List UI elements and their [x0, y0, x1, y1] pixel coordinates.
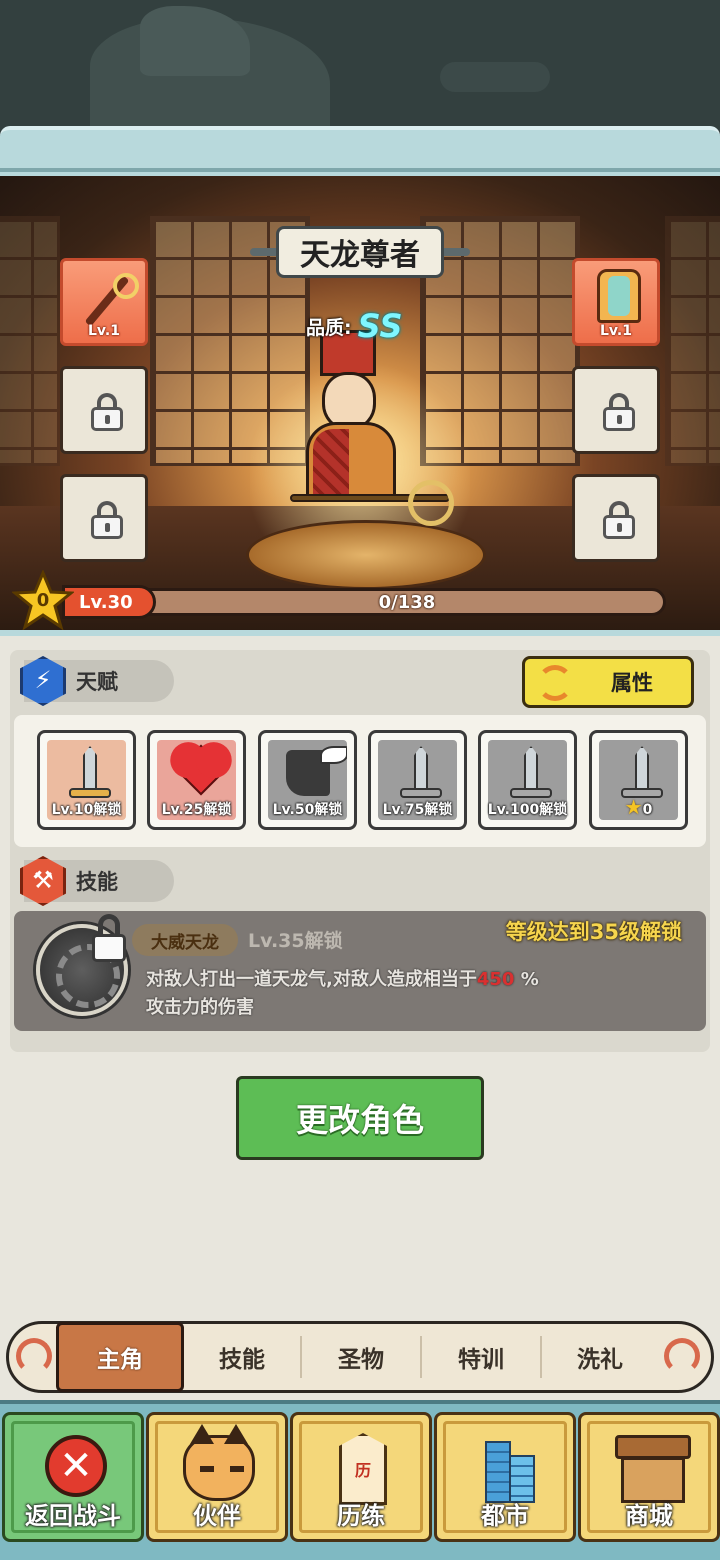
- exp-bar: 0/138: [148, 588, 666, 616]
- skill-description: 对敌人打出一道天龙气,对敌人造成相当于450 % 攻击力的伤害: [146, 969, 539, 1018]
- talent-item[interactable]: Lv.25解锁: [147, 730, 246, 830]
- hero-robe: [306, 422, 396, 502]
- swap-arrows-icon: [537, 665, 573, 701]
- heart-icon: [175, 744, 227, 796]
- talent-item[interactable]: Lv.10解锁: [37, 730, 136, 830]
- cloud-ornament-icon: [656, 1336, 706, 1376]
- lock-icon: [91, 501, 123, 539]
- talent-unlock-label: Lv.25解锁: [161, 802, 232, 818]
- nav-experience[interactable]: 历 历练: [290, 1412, 432, 1542]
- star-count: 0: [36, 590, 50, 611]
- axe-icon: ⚒: [20, 856, 66, 906]
- talent-item[interactable]: ★0: [589, 730, 688, 830]
- nav-city[interactable]: 都市: [434, 1412, 576, 1542]
- tab-baptism[interactable]: 洗礼: [542, 1324, 658, 1390]
- skill-unlock-level: Lv.35解锁: [248, 930, 343, 952]
- armor-slot[interactable]: Lv.1: [572, 258, 660, 346]
- tab-training[interactable]: 特训: [422, 1324, 540, 1390]
- equip-slot-locked[interactable]: [60, 366, 148, 454]
- lock-icon: [603, 393, 635, 431]
- equip-slot-locked[interactable]: [572, 366, 660, 454]
- quality-grade: SS: [357, 307, 403, 345]
- equip-slot-locked[interactable]: [572, 474, 660, 562]
- nav-partner[interactable]: 伙伴: [146, 1412, 288, 1542]
- tab-skills[interactable]: 技能: [184, 1324, 300, 1390]
- talent-item[interactable]: Lv.75解锁: [368, 730, 467, 830]
- nav-return-battle[interactable]: ✕ 返回战斗: [2, 1412, 144, 1542]
- lock-icon: [92, 914, 126, 964]
- background-scenery: [0, 0, 720, 130]
- lightning-icon: ⚡: [20, 656, 66, 706]
- sword-icon: [524, 746, 538, 792]
- quality-label: 品质:: [306, 316, 352, 339]
- close-icon: ✕: [45, 1435, 107, 1497]
- star-icon: ★: [624, 795, 643, 819]
- book-icon: 历: [339, 1433, 387, 1505]
- talent-unlock-label: Lv.100解锁: [487, 802, 568, 818]
- talent-star-count: ★0: [624, 795, 653, 819]
- lock-icon: [91, 393, 123, 431]
- armor-level: Lv.1: [600, 323, 632, 339]
- nav-label: 都市: [481, 1502, 529, 1530]
- hero-level: Lv.30: [62, 585, 156, 619]
- cat-icon: [183, 1424, 255, 1501]
- attributes-button[interactable]: 属性: [522, 656, 694, 708]
- city-icon: [475, 1433, 541, 1505]
- skill-name: 大威天龙: [132, 924, 238, 956]
- hero-quality: 品质: SS: [306, 306, 403, 346]
- skill-damage-percent: 450: [476, 969, 515, 990]
- cloud-decoration: [440, 62, 550, 92]
- talent-unlock-label: Lv.75解锁: [382, 802, 453, 818]
- talent-unlock-label: Lv.10解锁: [51, 802, 122, 818]
- nav-shop[interactable]: 商城: [578, 1412, 720, 1542]
- weapon-slot[interactable]: Lv.1: [60, 258, 148, 346]
- panel-header-band: [0, 126, 720, 178]
- change-character-button[interactable]: 更改角色: [236, 1076, 484, 1160]
- robe-icon: [597, 269, 641, 323]
- hero-name: 天龙尊者: [276, 226, 444, 278]
- shoji-screen: [665, 216, 720, 466]
- tab-relics[interactable]: 圣物: [302, 1324, 420, 1390]
- nav-label: 历练: [337, 1502, 385, 1530]
- cloud-ornament-icon: [12, 1336, 62, 1376]
- staff-icon: [290, 480, 454, 526]
- shoji-screen: [0, 216, 60, 466]
- star-badge: 0: [11, 569, 75, 632]
- exp-text: 0/138: [378, 591, 436, 613]
- tab-hero[interactable]: 主角: [56, 1322, 184, 1392]
- sword-icon: [83, 746, 97, 792]
- skill-unlock-requirement: 等级达到35级解锁: [505, 920, 682, 944]
- talent-unlock-label: Lv.50解锁: [272, 802, 343, 818]
- nav-label: 商城: [625, 1502, 673, 1530]
- lock-icon: [603, 501, 635, 539]
- nav-label: 伙伴: [193, 1502, 241, 1530]
- talent-item[interactable]: Lv.50解锁: [258, 730, 357, 830]
- equip-slot-locked[interactable]: [60, 474, 148, 562]
- weapon-level: Lv.1: [88, 323, 120, 339]
- staff-icon: [77, 271, 139, 331]
- attributes-button-label: 属性: [611, 671, 653, 695]
- talent-item[interactable]: Lv.100解锁: [478, 730, 577, 830]
- hero-name-plate: 天龙尊者: [250, 226, 470, 278]
- rock-decoration: [140, 6, 250, 76]
- nav-label: 返回战斗: [25, 1502, 121, 1530]
- sword-icon: [635, 746, 649, 792]
- sword-icon: [414, 746, 428, 792]
